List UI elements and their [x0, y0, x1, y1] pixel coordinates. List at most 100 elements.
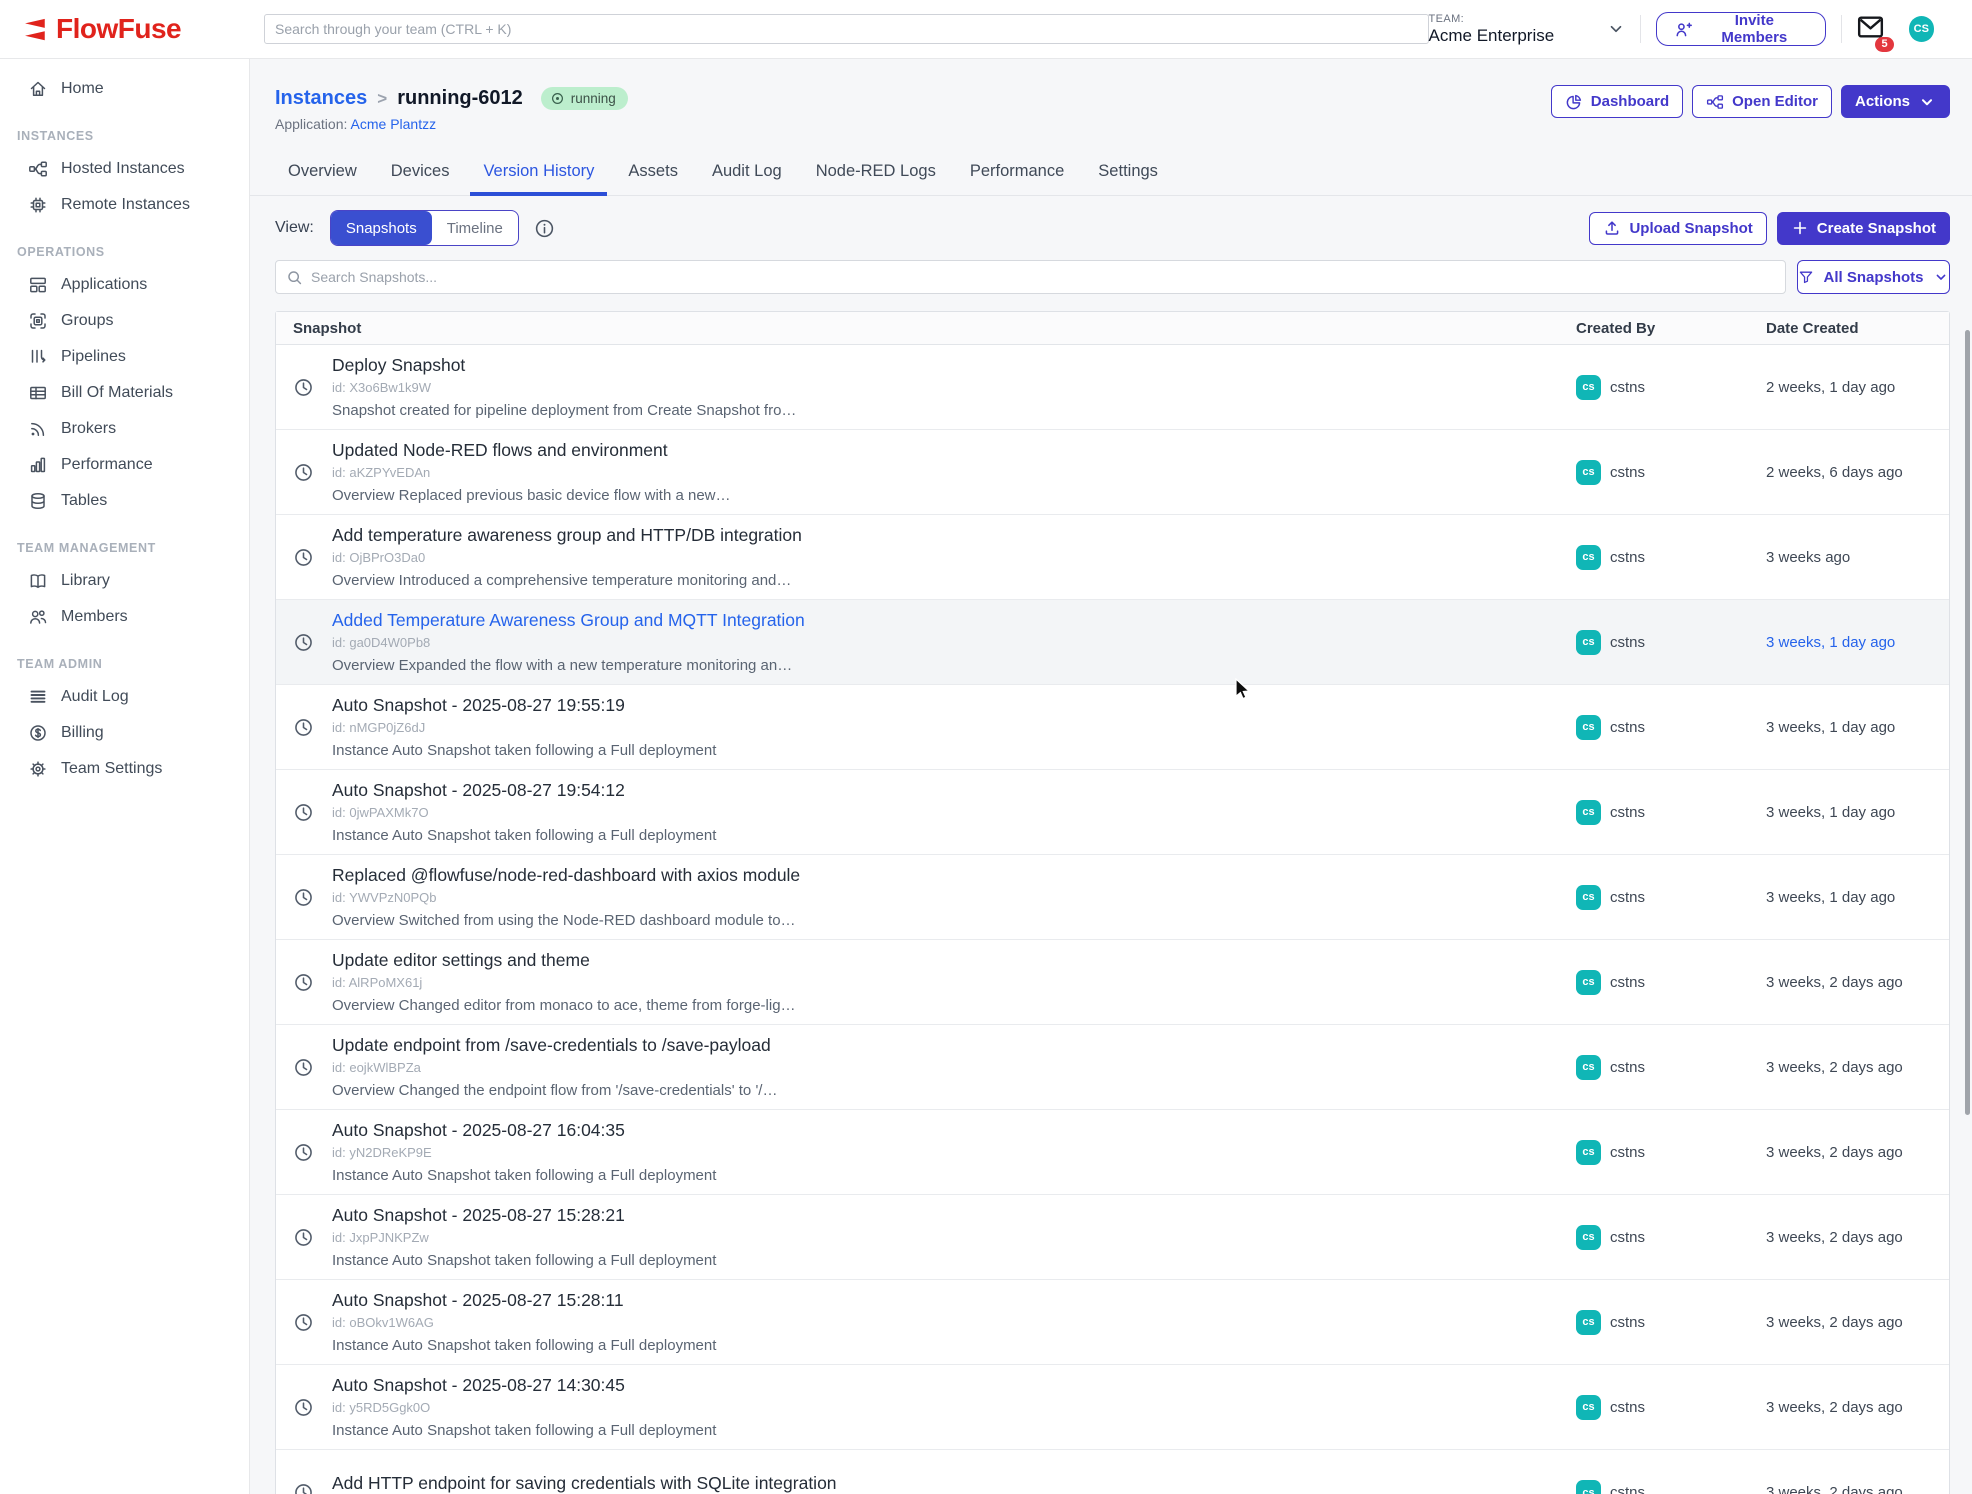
snapshot-text: Replaced @flowfuse/node-red-dashboard wi…: [332, 865, 800, 929]
sidebar-item-team-settings[interactable]: Team Settings: [0, 751, 249, 787]
tab-overview[interactable]: Overview: [275, 162, 370, 196]
sidebar-item-applications[interactable]: Applications: [0, 267, 249, 303]
snapshot-filter-button[interactable]: All Snapshots: [1797, 260, 1950, 294]
tab-assets[interactable]: Assets: [615, 162, 691, 196]
snapshot-row[interactable]: Update endpoint from /save-credentials t…: [276, 1025, 1949, 1110]
tab-settings[interactable]: Settings: [1085, 162, 1171, 196]
actions-button[interactable]: Actions: [1841, 85, 1950, 118]
snapshot-row[interactable]: Add HTTP endpoint for saving credentials…: [276, 1450, 1949, 1494]
sidebar-item-label: Team Settings: [61, 760, 162, 778]
tab-performance[interactable]: Performance: [957, 162, 1077, 196]
sidebar: HomeINSTANCESHosted InstancesRemote Inst…: [0, 59, 250, 1494]
scrollbar-thumb[interactable]: [1965, 330, 1970, 1115]
sidebar-item-library[interactable]: Library: [0, 563, 249, 599]
snapshot-id: id: aKZPYvEDAn: [332, 465, 731, 480]
tab-devices[interactable]: Devices: [378, 162, 463, 196]
create-snapshot-button[interactable]: Create Snapshot: [1777, 212, 1950, 245]
snapshots-table-body: Deploy Snapshotid: X3o6Bw1k9WSnapshot cr…: [276, 345, 1949, 1494]
snapshot-row[interactable]: Auto Snapshot - 2025-08-27 14:30:45id: y…: [276, 1365, 1949, 1450]
snapshot-description: Instance Auto Snapshot taken following a…: [332, 1337, 716, 1354]
open-editor-label: Open Editor: [1732, 93, 1818, 110]
created-by-cell: cscstns: [1576, 1195, 1766, 1279]
snapshot-title[interactable]: Auto Snapshot - 2025-08-27 19:54:12: [332, 780, 716, 801]
sidebar-item-tables[interactable]: Tables: [0, 483, 249, 519]
snapshot-row[interactable]: Added Temperature Awareness Group and MQ…: [276, 600, 1949, 685]
snapshot-id: id: eojkWlBPZa: [332, 1060, 777, 1075]
application-link[interactable]: Acme Plantzz: [351, 116, 437, 132]
sidebar-item-home[interactable]: Home: [0, 71, 249, 107]
snapshot-row[interactable]: Update editor settings and themeid: AlRP…: [276, 940, 1949, 1025]
flowfuse-logo-icon: [20, 16, 47, 43]
snapshot-row[interactable]: Deploy Snapshotid: X3o6Bw1k9WSnapshot cr…: [276, 345, 1949, 430]
breadcrumb-separator: >: [377, 89, 387, 109]
breadcrumb-instances-link[interactable]: Instances: [275, 87, 367, 110]
snapshot-title[interactable]: Deploy Snapshot: [332, 355, 796, 376]
notifications-button[interactable]: 5: [1857, 15, 1884, 44]
snapshot-title[interactable]: Updated Node-RED flows and environment: [332, 440, 731, 461]
snapshot-title[interactable]: Update endpoint from /save-credentials t…: [332, 1035, 777, 1056]
tab-audit-log[interactable]: Audit Log: [699, 162, 795, 196]
bill-of-materials-icon: [28, 383, 48, 403]
sidebar-item-audit-log[interactable]: Audit Log: [0, 679, 249, 715]
sidebar-item-hosted-instances[interactable]: Hosted Instances: [0, 151, 249, 187]
clock-icon: [293, 972, 314, 993]
clock-icon: [293, 1312, 314, 1333]
snapshot-title[interactable]: Auto Snapshot - 2025-08-27 16:04:35: [332, 1120, 716, 1141]
snapshot-row[interactable]: Auto Snapshot - 2025-08-27 16:04:35id: y…: [276, 1110, 1949, 1195]
snapshot-row[interactable]: Auto Snapshot - 2025-08-27 19:55:19id: n…: [276, 685, 1949, 770]
sidebar-item-performance[interactable]: Performance: [0, 447, 249, 483]
snapshot-description: Instance Auto Snapshot taken following a…: [332, 1422, 716, 1439]
upload-snapshot-button[interactable]: Upload Snapshot: [1589, 212, 1766, 245]
sidebar-item-bill-of-materials[interactable]: Bill Of Materials: [0, 375, 249, 411]
team-search-input[interactable]: [264, 14, 1429, 44]
team-switcher[interactable]: TEAM: Acme Enterprise: [1429, 13, 1625, 46]
snapshot-row[interactable]: Auto Snapshot - 2025-08-27 19:54:12id: 0…: [276, 770, 1949, 855]
snapshot-row[interactable]: Auto Snapshot - 2025-08-27 15:28:11id: o…: [276, 1280, 1949, 1365]
snapshot-title[interactable]: Replaced @flowfuse/node-red-dashboard wi…: [332, 865, 800, 886]
sidebar-item-brokers[interactable]: Brokers: [0, 411, 249, 447]
snapshot-title[interactable]: Auto Snapshot - 2025-08-27 19:55:19: [332, 695, 716, 716]
date-created-cell: 3 weeks, 1 day ago: [1766, 600, 1949, 684]
snapshot-title[interactable]: Add HTTP endpoint for saving credentials…: [332, 1473, 837, 1494]
snapshot-text: Auto Snapshot - 2025-08-27 14:30:45id: y…: [332, 1375, 716, 1439]
flowfuse-logo[interactable]: FlowFuse: [20, 13, 264, 45]
snapshot-title[interactable]: Auto Snapshot - 2025-08-27 14:30:45: [332, 1375, 716, 1396]
snapshot-title[interactable]: Add temperature awareness group and HTTP…: [332, 525, 802, 546]
date-created: 3 weeks, 2 days ago: [1766, 1059, 1903, 1076]
dashboard-button[interactable]: Dashboard: [1551, 85, 1683, 118]
sidebar-item-label: Brokers: [61, 420, 116, 438]
view-toggle-snapshots[interactable]: Snapshots: [331, 211, 432, 245]
audit-log-icon: [28, 687, 48, 707]
date-created-cell: 2 weeks, 1 day ago: [1766, 345, 1949, 429]
open-editor-button[interactable]: Open Editor: [1692, 85, 1832, 118]
invite-members-button[interactable]: Invite Members: [1656, 12, 1826, 46]
sidebar-item-label: Pipelines: [61, 348, 126, 366]
snapshot-title[interactable]: Auto Snapshot - 2025-08-27 15:28:11: [332, 1290, 716, 1311]
main-content: Instances > running-6012 running Applica…: [250, 59, 1972, 1494]
date-created: 3 weeks, 1 day ago: [1766, 889, 1895, 906]
user-avatar[interactable]: CS: [1909, 16, 1934, 42]
info-icon[interactable]: [534, 218, 555, 239]
sidebar-item-members[interactable]: Members: [0, 599, 249, 635]
snapshot-row[interactable]: Auto Snapshot - 2025-08-27 15:28:21 id: J…: [276, 1195, 1949, 1280]
snapshot-title[interactable]: Added Temperature Awareness Group and MQ…: [332, 610, 805, 631]
snapshot-title[interactable]: Update editor settings and theme: [332, 950, 796, 971]
snapshot-title[interactable]: Auto Snapshot - 2025-08-27 15:28:21: [332, 1205, 716, 1226]
chevron-down-icon: [1607, 20, 1625, 38]
sidebar-item-remote-instances[interactable]: Remote Instances: [0, 187, 249, 223]
snapshot-cell: Auto Snapshot - 2025-08-27 15:28:21 id: J…: [276, 1195, 1576, 1279]
snapshot-id: id: JxpPJNKPZw: [332, 1230, 716, 1245]
view-toggle-timeline[interactable]: Timeline: [432, 211, 518, 245]
clock-icon: [293, 1057, 314, 1078]
sidebar-item-pipelines[interactable]: Pipelines: [0, 339, 249, 375]
sidebar-section-label: TEAM MANAGEMENT: [17, 541, 249, 555]
tab-node-red-logs[interactable]: Node-RED Logs: [803, 162, 949, 196]
snapshot-search-input[interactable]: [311, 269, 1775, 285]
sidebar-item-billing[interactable]: Billing: [0, 715, 249, 751]
notification-count-badge: 5: [1875, 37, 1893, 52]
snapshot-row[interactable]: Replaced @flowfuse/node-red-dashboard wi…: [276, 855, 1949, 940]
snapshot-row[interactable]: Add temperature awareness group and HTTP…: [276, 515, 1949, 600]
tab-version-history[interactable]: Version History: [470, 162, 607, 196]
snapshot-row[interactable]: Updated Node-RED flows and environment id…: [276, 430, 1949, 515]
sidebar-item-groups[interactable]: Groups: [0, 303, 249, 339]
